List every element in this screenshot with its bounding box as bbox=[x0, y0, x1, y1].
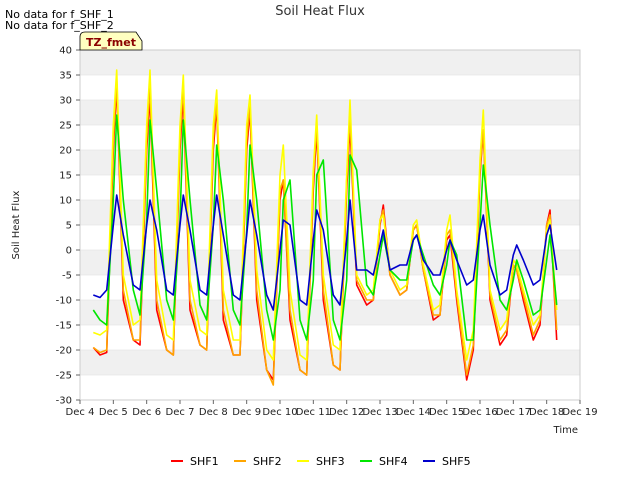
x-tick-label: Dec 4 bbox=[66, 407, 95, 418]
legend-label: SHF5 bbox=[442, 455, 471, 468]
y-tick-label: -10 bbox=[56, 296, 72, 307]
badge-text: TZ_fmet bbox=[86, 36, 136, 49]
x-tick-label: Dec 11 bbox=[296, 407, 331, 418]
background-band bbox=[80, 350, 580, 375]
legend-label: SHF4 bbox=[379, 455, 408, 468]
x-tick-label: Dec 7 bbox=[166, 407, 195, 418]
x-tick-label: Dec 5 bbox=[99, 407, 128, 418]
x-axis-ticks: Dec 4 Dec 5 Dec 6 Dec 7 Dec 8 Dec 9 Dec 10Dec … bbox=[66, 400, 598, 418]
chart-title: Soil Heat Flux bbox=[275, 4, 365, 19]
background-band bbox=[80, 50, 580, 75]
tz-fmet-badge: TZ_fmet bbox=[79, 31, 143, 51]
x-tick-label: Dec 17 bbox=[496, 407, 531, 418]
y-axis-ticks: -30 -25 -20 -15 -10 -5 0 5 10 15 20 25 30 35 40 bbox=[56, 46, 80, 407]
y-tick-label: 15 bbox=[59, 171, 72, 182]
x-axis-label: Time bbox=[553, 425, 578, 436]
legend-label: SHF3 bbox=[316, 455, 345, 468]
x-tick-label: Dec 18 bbox=[529, 407, 564, 418]
y-tick-label: -15 bbox=[56, 321, 72, 332]
x-tick-label: Dec 12 bbox=[329, 407, 364, 418]
y-tick-label: 0 bbox=[66, 246, 72, 257]
y-tick-label: 5 bbox=[66, 221, 72, 232]
background-band bbox=[80, 100, 580, 125]
y-tick-label: -30 bbox=[56, 396, 72, 407]
y-tick-label: -25 bbox=[56, 371, 72, 382]
x-tick-label: Dec 9 bbox=[232, 407, 261, 418]
x-tick-label: Dec 8 bbox=[199, 407, 228, 418]
x-tick-label: Dec 13 bbox=[362, 407, 397, 418]
y-tick-label: -5 bbox=[62, 271, 72, 282]
y-tick-label: 20 bbox=[59, 146, 72, 157]
x-tick-label: Dec 10 bbox=[262, 407, 297, 418]
y-tick-label: 35 bbox=[59, 71, 72, 82]
y-tick-label: 30 bbox=[59, 96, 72, 107]
y-tick-label: 10 bbox=[59, 196, 72, 207]
x-tick-label: Dec 14 bbox=[396, 407, 431, 418]
x-tick-label: Dec 16 bbox=[462, 407, 497, 418]
y-tick-label: 25 bbox=[59, 121, 72, 132]
x-tick-label: Dec 15 bbox=[429, 407, 464, 418]
legend-label: SHF2 bbox=[253, 455, 282, 468]
legend: SHF1 SHF2 SHF3 SHF4 SHF5 bbox=[171, 455, 471, 468]
y-tick-label: -20 bbox=[56, 346, 72, 357]
soil-heat-flux-chart: Soil Heat Flux -30 -25 -20 -15 -10 -5 0 5 10 15 20… bbox=[11, 4, 598, 468]
y-axis-label: Soil Heat Flux bbox=[11, 190, 22, 259]
legend-label: SHF1 bbox=[190, 455, 219, 468]
x-tick-label: Dec 19 bbox=[562, 407, 597, 418]
x-tick-label: Dec 6 bbox=[132, 407, 161, 418]
y-tick-label: 40 bbox=[59, 46, 72, 57]
